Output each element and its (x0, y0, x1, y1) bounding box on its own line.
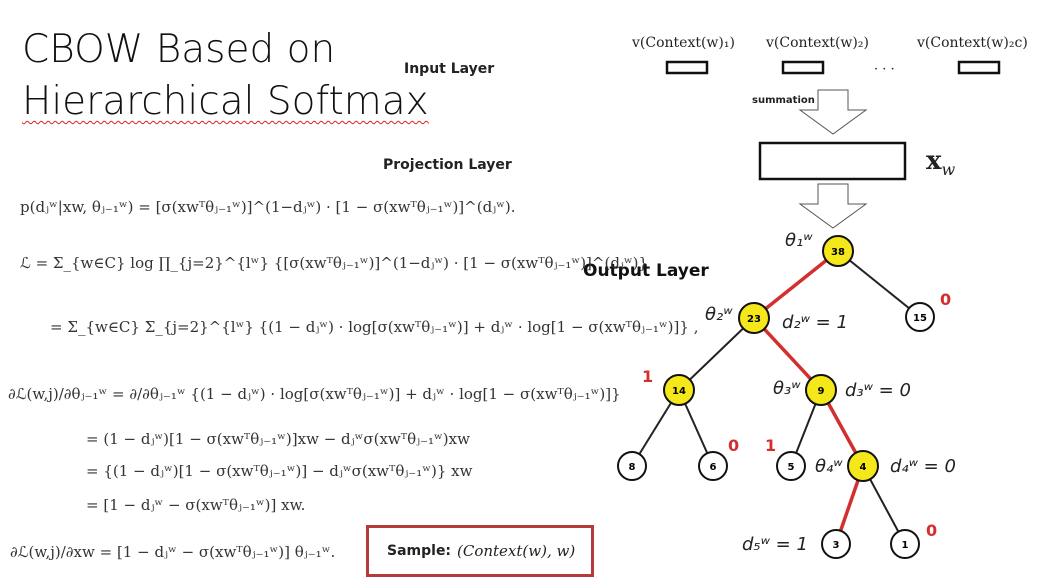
node-6-label: 6 (710, 462, 717, 473)
input-box-2 (781, 60, 825, 75)
equation-gradient-step-2: = {(1 − dⱼʷ)[1 − σ(xwᵀθⱼ₋₁ʷ)] − dⱼʷσ(xwᵀ… (86, 462, 473, 480)
theta2-annotation: θ₂ʷ (705, 304, 733, 325)
node-4-label: 4 (860, 462, 867, 473)
path-edge-38-23 (752, 249, 840, 320)
sample-value: (Context(w), w) (457, 542, 576, 560)
d2-annotation: d₂ʷ = 1 (782, 312, 848, 333)
equation-likelihood: p(dⱼʷ|xw, θⱼ₋₁ʷ) = [σ(xwᵀθⱼ₋₁ʷ)]^(1−dⱼʷ)… (20, 198, 516, 216)
theta1-annotation: θ₁ʷ (785, 230, 813, 251)
projection-arrow (798, 183, 868, 229)
edge-label-14: 1 (642, 367, 653, 386)
d4-annotation: d₄ʷ = 0 (890, 456, 956, 477)
projection-layer-label: Projection Layer (383, 157, 512, 173)
node-8-label: 8 (629, 462, 636, 473)
equation-gradient-theta: ∂ℒ(w,j)/∂θⱼ₋₁ʷ = ∂/∂θⱼ₋₁ʷ {(1 − dⱼʷ) · l… (8, 385, 621, 403)
equation-objective: ℒ = Σ_{w∈C} log ∏_{j=2}^{lʷ} {[σ(xwᵀθⱼ₋₁… (20, 254, 649, 272)
sample-label: Sample: (387, 543, 452, 559)
node-9-label: 9 (818, 386, 825, 397)
node-38-label: 38 (831, 247, 845, 258)
projection-box (758, 141, 907, 181)
node-5-label: 5 (788, 462, 795, 473)
input-box-2c (957, 60, 1001, 75)
edge-label-5: 1 (765, 436, 776, 455)
equation-gradient-step-1: = (1 − dⱼʷ)[1 − σ(xwᵀθⱼ₋₁ʷ)]xw − dⱼʷσ(xw… (86, 430, 470, 448)
summation-arrow (798, 89, 868, 135)
theta4-annotation: θ₄ʷ (815, 456, 843, 477)
d3-annotation: d₃ʷ = 0 (845, 380, 911, 401)
sample-box: Sample: (Context(w), w) (366, 525, 594, 577)
node-3-label: 3 (833, 540, 840, 551)
input-box-1 (665, 60, 709, 75)
node-15-label: 15 (913, 313, 927, 324)
title-line-1: CBOW Based on (22, 27, 336, 72)
edge-label-6: 0 (728, 436, 739, 455)
d5-annotation: d₅ʷ = 1 (742, 534, 808, 555)
input-layer-label: Input Layer (404, 61, 495, 77)
network-diagram: 38 23 15 14 9 8 6 5 4 3 1 0 1 0 1 0 θ₁ʷ … (617, 60, 1001, 559)
edge-label-1: 0 (926, 521, 937, 540)
equation-gradient-step-3: = [1 − dⱼʷ − σ(xwᵀθⱼ₋₁ʷ)] xw. (86, 496, 306, 514)
node-14-label: 14 (672, 386, 686, 397)
equation-gradient-xw: ∂ℒ(w,j)/∂xw = [1 − dⱼʷ − σ(xwᵀθⱼ₋₁ʷ)] θⱼ… (10, 543, 336, 561)
theta3-annotation: θ₃ʷ (773, 378, 801, 399)
edge-label-15: 0 (940, 290, 951, 309)
title-line-2: Hierarchical Softmax (22, 79, 429, 124)
node-1-label: 1 (902, 540, 909, 551)
node-23-label: 23 (747, 314, 761, 325)
